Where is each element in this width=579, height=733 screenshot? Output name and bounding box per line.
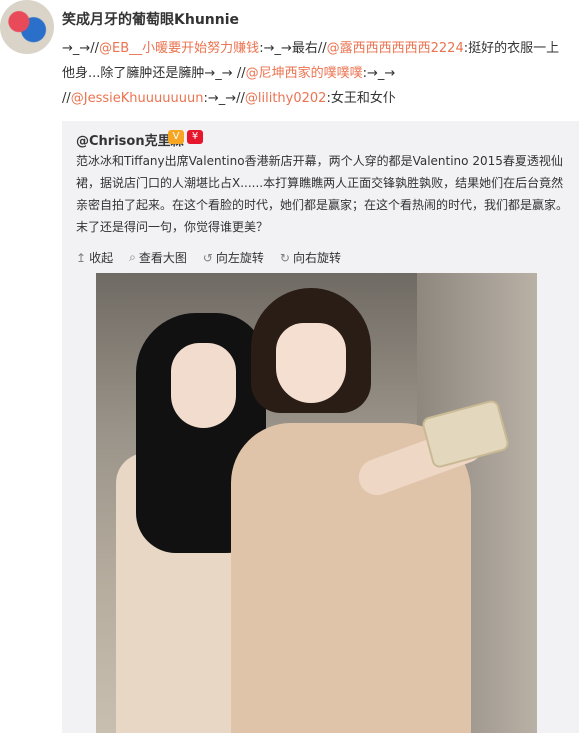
- mention-link[interactable]: @lilithy0202: [245, 91, 327, 106]
- image-toolbar: ↥ 收起 ⌕ 查看大图 ↺ 向左旋转 ↻ 向右旋转: [76, 249, 341, 266]
- collapse-label: 收起: [89, 251, 114, 265]
- post-text-segment: :→_→最右//: [259, 41, 327, 56]
- vip-badge-icon[interactable]: ¥: [187, 130, 203, 144]
- verified-badge-icon[interactable]: V: [168, 130, 184, 144]
- rotate-left-label: 向左旋转: [215, 251, 264, 265]
- post-username[interactable]: 笑成月牙的葡萄眼Khunnie: [62, 9, 239, 29]
- post-photo[interactable]: [96, 273, 537, 733]
- post-text-segment: →_→//: [62, 41, 100, 56]
- repost-card: @Chrison克里森 V ¥ 范冰冰和Tiffany出席Valentino香港…: [62, 121, 579, 733]
- post-text-segment: :女王和女仆: [326, 91, 396, 106]
- avatar[interactable]: [0, 0, 54, 54]
- mention-link[interactable]: @JessieKhuuuuuuun: [71, 91, 204, 106]
- collapse-arrow-icon: ↥: [76, 250, 87, 265]
- rotate-left-icon: ↺: [202, 250, 213, 265]
- rotate-right-label: 向右旋转: [292, 251, 341, 265]
- mention-link[interactable]: @露西西西西西西2224: [327, 41, 464, 56]
- mention-link[interactable]: @尼坤西家的噗噗噗: [246, 66, 363, 81]
- post-text-segment: :→_→//: [203, 91, 245, 106]
- collapse-button[interactable]: ↥ 收起: [76, 249, 113, 266]
- view-large-label: 查看大图: [138, 251, 187, 265]
- rotate-right-button[interactable]: ↻ 向右旋转: [280, 249, 341, 266]
- person-left-face: [171, 343, 236, 428]
- rotate-left-button[interactable]: ↺ 向左旋转: [203, 249, 264, 266]
- post-text: →_→//@EB__小暖要开始努力赚钱:→_→最右//@露西西西西西西2224:…: [62, 36, 572, 111]
- person-right-face: [276, 323, 346, 403]
- mention-link[interactable]: @EB__小暖要开始努力赚钱: [99, 41, 259, 56]
- magnifier-icon: ⌕: [129, 250, 136, 264]
- rotate-right-icon: ↻: [279, 250, 290, 265]
- original-post-text: 范冰冰和Tiffany出席Valentino香港新店开幕，两个人穿的都是Vale…: [76, 154, 569, 234]
- author-badges: V ¥: [168, 130, 203, 144]
- view-large-button[interactable]: ⌕ 查看大图: [129, 249, 187, 266]
